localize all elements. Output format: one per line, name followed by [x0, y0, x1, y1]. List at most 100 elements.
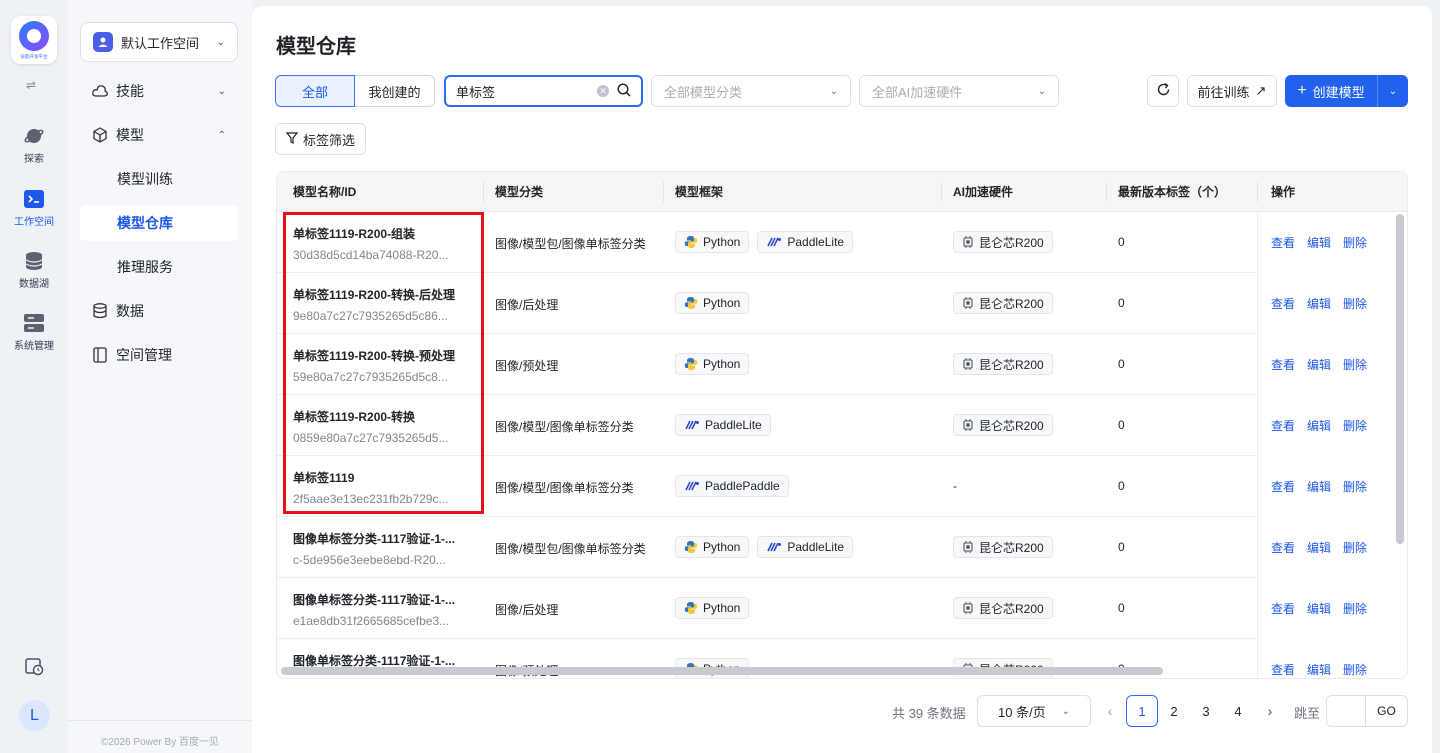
view-link[interactable]: 查看	[1271, 478, 1295, 495]
hardware-tag: 昆仑芯R200	[953, 353, 1053, 375]
sidebar-item-space-management[interactable]: 空间管理	[80, 337, 238, 373]
main-panel: 模型仓库 全部 我创建的 单标签 ✕ 全部模型分类 ⌄ 全部AI加速硬件 ⌄ 前…	[252, 6, 1432, 753]
sidebar-item-data[interactable]: 数据	[80, 293, 238, 329]
sidebar-item-inference[interactable]: 推理服务	[80, 249, 238, 285]
model-frameworks: Python	[675, 292, 757, 314]
chevron-down-icon: ⌄	[1061, 705, 1070, 717]
edit-link[interactable]: 编辑	[1307, 478, 1331, 495]
page-size-select[interactable]: 10 条/页 ⌄	[977, 695, 1091, 727]
view-link[interactable]: 查看	[1271, 295, 1295, 312]
delete-link[interactable]: 删除	[1343, 539, 1367, 556]
sidebar-item-model-training[interactable]: 模型训练	[80, 161, 238, 197]
tag-filter-button[interactable]: 标签筛选	[275, 123, 366, 155]
edit-link[interactable]: 编辑	[1307, 295, 1331, 312]
delete-link[interactable]: 删除	[1343, 600, 1367, 617]
chip-icon	[962, 541, 974, 553]
edit-link[interactable]: 编辑	[1307, 661, 1331, 678]
delete-link[interactable]: 删除	[1343, 234, 1367, 251]
framework-tag: PaddlePaddle	[675, 475, 789, 497]
app-logo[interactable]: 技能开发平台	[11, 16, 57, 64]
edit-link[interactable]: 编辑	[1307, 539, 1331, 556]
model-name[interactable]: 单标签1119	[293, 469, 469, 486]
hardware-select[interactable]: 全部AI加速硬件 ⌄	[859, 75, 1059, 107]
search-input[interactable]: 单标签 ✕	[444, 75, 643, 107]
database-icon	[92, 303, 108, 319]
model-name[interactable]: 单标签1119-R200-组装	[293, 225, 469, 242]
version-tag-count: 0	[1118, 296, 1125, 310]
rail-item-workspace[interactable]: 工作空间	[0, 189, 68, 228]
model-hardware: 昆仑芯R200	[953, 597, 1061, 619]
prev-page-icon[interactable]: ‹	[1100, 695, 1120, 727]
model-hardware: 昆仑芯R200	[953, 292, 1061, 314]
swap-icon[interactable]: ⇌	[26, 78, 36, 92]
sidebar-item-model[interactable]: 模型 ⌃	[80, 117, 238, 153]
delete-link[interactable]: 删除	[1343, 295, 1367, 312]
edit-link[interactable]: 编辑	[1307, 356, 1331, 373]
edit-link[interactable]: 编辑	[1307, 417, 1331, 434]
edit-link[interactable]: 编辑	[1307, 234, 1331, 251]
hardware-tag: 昆仑芯R200	[953, 414, 1053, 436]
model-name[interactable]: 图像单标签分类-1117验证-1-...	[293, 530, 469, 547]
workspace-name: 默认工作空间	[121, 35, 200, 51]
horizontal-scrollbar[interactable]	[281, 667, 1163, 675]
framework-label: PaddleLite	[705, 418, 762, 432]
goto-training-button[interactable]: 前往训练 ↗	[1187, 75, 1277, 107]
create-model-main[interactable]: + 创建模型	[1285, 75, 1378, 107]
framework-label: PaddleLite	[787, 540, 845, 554]
model-name[interactable]: 单标签1119-R200-转换-预处理	[293, 347, 469, 364]
edit-link[interactable]: 编辑	[1307, 600, 1331, 617]
delete-link[interactable]: 删除	[1343, 478, 1367, 495]
workspace-selector[interactable]: 默认工作空间 ⌄	[80, 22, 238, 62]
jump-page-input[interactable]	[1326, 695, 1366, 727]
version-tag-count: 0	[1118, 540, 1125, 554]
version-tag-count: 0	[1118, 418, 1125, 432]
framework-tag: Python	[675, 353, 750, 375]
avatar[interactable]: L	[19, 700, 50, 731]
view-link[interactable]: 查看	[1271, 356, 1295, 373]
model-name-cell: 图像单标签分类-1117验证-1-... c-5de956e3eebe8ebd-…	[293, 530, 469, 567]
go-button[interactable]: GO	[1365, 695, 1408, 727]
rail-item-explore[interactable]: 探索	[0, 126, 68, 165]
view-link[interactable]: 查看	[1271, 417, 1295, 434]
delete-link[interactable]: 删除	[1343, 661, 1367, 678]
rail-item-system[interactable]: 系统管理	[0, 313, 68, 352]
view-link[interactable]: 查看	[1271, 539, 1295, 556]
view-link[interactable]: 查看	[1271, 661, 1295, 678]
model-name[interactable]: 单标签1119-R200-转换-后处理	[293, 286, 469, 303]
view-link[interactable]: 查看	[1271, 234, 1295, 251]
paddle-icon	[766, 541, 782, 553]
search-icon[interactable]	[617, 82, 631, 100]
category-select[interactable]: 全部模型分类 ⌄	[651, 75, 851, 107]
history-icon[interactable]	[24, 656, 44, 676]
delete-link[interactable]: 删除	[1343, 356, 1367, 373]
view-link[interactable]: 查看	[1271, 600, 1295, 617]
vertical-scrollbar[interactable]	[1396, 214, 1404, 544]
next-page-icon[interactable]: ›	[1260, 695, 1280, 727]
row-actions: 查看 编辑 删除	[1257, 334, 1407, 395]
hardware-label: 昆仑芯R200	[979, 540, 1044, 555]
delete-link[interactable]: 删除	[1343, 417, 1367, 434]
create-model-button[interactable]: + 创建模型 ⌄	[1285, 75, 1408, 107]
rail-item-label: 工作空间	[14, 217, 54, 228]
clear-icon[interactable]: ✕	[597, 85, 609, 97]
hardware-select-value: 全部AI加速硬件	[872, 84, 963, 100]
hardware-label: 昆仑芯R200	[979, 296, 1044, 311]
hardware-label: 昆仑芯R200	[979, 418, 1044, 433]
model-name[interactable]: 单标签1119-R200-转换	[293, 408, 469, 425]
sidebar-item-skills[interactable]: 技能 ⌄	[80, 73, 238, 109]
page-4-button[interactable]: 4	[1222, 695, 1254, 727]
rail-item-datalake[interactable]: 数据湖	[0, 251, 68, 290]
model-name[interactable]: 图像单标签分类-1117验证-1-...	[293, 591, 469, 608]
chevron-down-icon[interactable]: ⌄	[1378, 75, 1408, 107]
page-2-button[interactable]: 2	[1158, 695, 1190, 727]
refresh-button[interactable]	[1147, 75, 1179, 107]
filter-mine-button[interactable]: 我创建的	[355, 75, 435, 107]
page-1-button[interactable]: 1	[1126, 695, 1158, 727]
row-actions: 查看 编辑 删除	[1257, 395, 1407, 456]
sidebar-item-model-repo[interactable]: 模型仓库	[80, 205, 238, 241]
left-rail: 技能开发平台 ⇌ 探索 工作空间 数据湖 系统管理 L	[0, 0, 68, 753]
row-actions: 查看 编辑 删除	[1257, 639, 1407, 678]
filter-all-button[interactable]: 全部	[275, 75, 355, 107]
page-3-button[interactable]: 3	[1190, 695, 1222, 727]
column-header: 最新版本标签（个）	[1118, 185, 1227, 199]
